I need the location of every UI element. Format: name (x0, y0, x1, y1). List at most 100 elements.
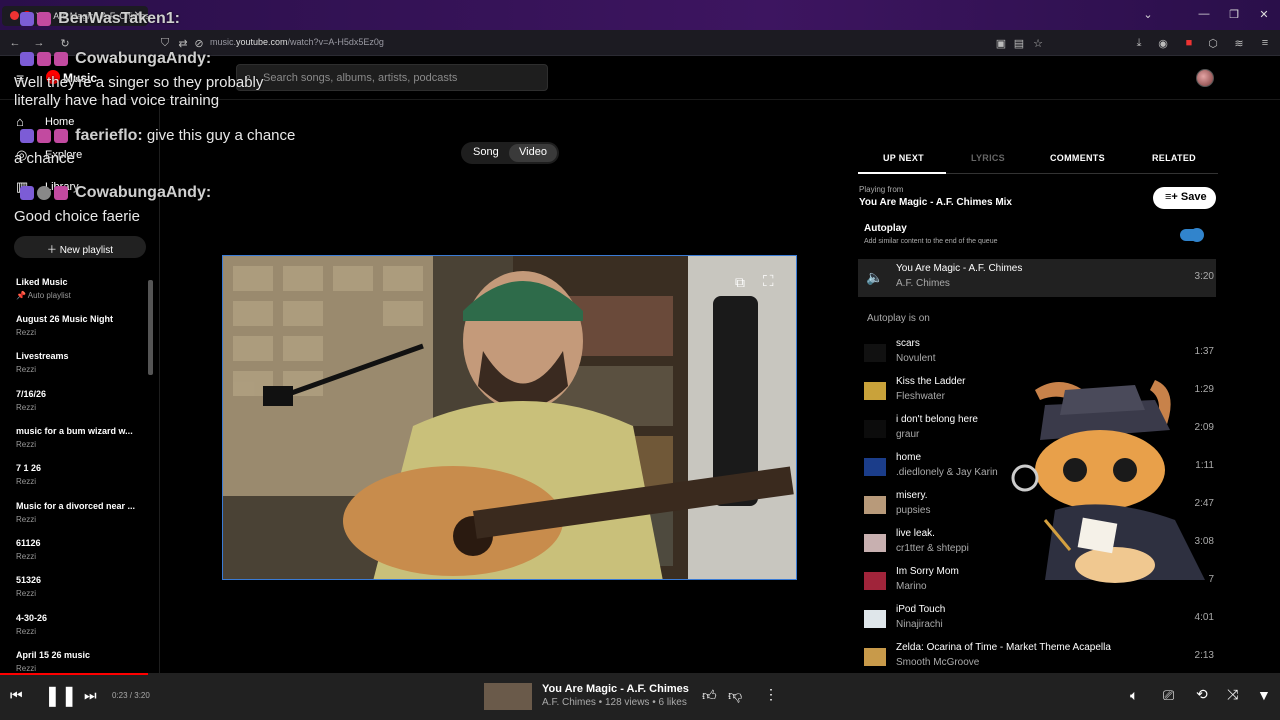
now-playing-title[interactable]: You Are Magic - A.F. Chimes (542, 683, 689, 695)
track-artist: Fleshwater (896, 391, 945, 402)
playlist-title: Liked Music (16, 277, 68, 287)
playlist-subtitle: Rezzi (16, 328, 37, 337)
video-player[interactable]: ⧉ ⛶ (222, 255, 797, 580)
chat-text-continued: a chance (14, 150, 75, 167)
chat-text: Good choice faerie (14, 208, 140, 225)
now-playing-thumbnail[interactable] (484, 683, 532, 710)
tab-up-next[interactable]: UP NEXT (883, 153, 924, 163)
chat-message: faerieflo: give this guy a chance (20, 127, 295, 145)
playlist-title: April 15 26 music (16, 650, 91, 660)
playlist-title: Livestreams (16, 351, 69, 361)
playlist-title: 4-30-26 (16, 613, 48, 623)
moth-mascot-overlay (1011, 380, 1205, 583)
tab-list-icon[interactable]: ⌄ (1140, 8, 1156, 21)
bookmark-star-icon[interactable]: ☆ (1031, 37, 1045, 50)
track-title: Kiss the Ladder (896, 376, 966, 387)
track-thumbnail (864, 572, 886, 590)
playlist-item[interactable]: music for a bum wizard w... Rezzi (16, 426, 144, 449)
playlist-item[interactable]: 7/16/26 Rezzi (16, 389, 144, 412)
thumbs-up-icon[interactable]: 👍︎ (702, 687, 717, 704)
playlist-subtitle: Rezzi (16, 515, 37, 524)
reader-view-icon[interactable]: ▤ (1012, 37, 1026, 50)
playlist-item[interactable]: 61126 Rezzi (16, 538, 144, 561)
queue-item[interactable]: Zelda: Ocarina of Time - Market Theme Ac… (858, 638, 1216, 676)
playlist-item[interactable]: April 15 26 music Rezzi (16, 650, 144, 673)
track-thumbnail (864, 610, 886, 628)
volume-icon[interactable]: 🔈︎ (1130, 687, 1138, 704)
repeat-icon[interactable]: ⟲ (1196, 686, 1208, 703)
twitch-badge-icon (20, 12, 34, 27)
avatar[interactable] (1196, 69, 1214, 87)
playlist-item[interactable]: Liked Music 📌 Auto playlist (16, 277, 144, 300)
shuffle-icon[interactable]: ⤨ (1227, 686, 1238, 703)
playlist-subtitle: Rezzi (16, 440, 37, 449)
thumbs-down-icon[interactable]: 👎︎ (728, 687, 742, 704)
tab-comments[interactable]: COMMENTS (1050, 153, 1105, 163)
account-icon[interactable]: ◉ (1156, 37, 1170, 50)
next-icon[interactable]: ⏭ (84, 687, 97, 704)
previous-icon[interactable]: ⏮ (10, 687, 23, 704)
fullscreen-icon[interactable]: ⛶ (763, 273, 774, 290)
queue-item[interactable]: scars Novulent 1:37 (858, 334, 1216, 372)
playlist-item[interactable]: 7 1 26 Rezzi (16, 463, 144, 486)
track-duration: 3:20 (1194, 271, 1214, 282)
playlist-item[interactable]: Livestreams Rezzi (16, 351, 144, 374)
current-track[interactable]: 🔈 You Are Magic - A.F. Chimes A.F. Chime… (858, 259, 1216, 297)
chat-username: faerieflo: (75, 127, 143, 144)
captions-icon[interactable]: ⎚ (1163, 687, 1174, 704)
track-thumbnail (864, 458, 886, 476)
extension-icon[interactable]: ■ (1182, 37, 1196, 49)
chat-username: CowabungaAndy: (75, 184, 212, 201)
playlist-item[interactable]: 51326 Rezzi (16, 575, 144, 598)
song-tab[interactable]: Song (473, 146, 499, 158)
screenshot-icon[interactable]: ▣ (994, 37, 1008, 50)
save-button[interactable]: ≡+ Save (1153, 187, 1216, 209)
track-title: scars (896, 338, 920, 349)
track-title: Zelda: Ocarina of Time - Market Theme Ac… (896, 642, 1111, 653)
queue-item[interactable]: iPod Touch Ninajirachi 4:01 (858, 600, 1216, 638)
save-label: Save (1180, 191, 1207, 203)
track-duration: 2:13 (1194, 650, 1214, 661)
playlist-item[interactable]: August 26 Music Night Rezzi (16, 314, 144, 337)
new-playlist-button[interactable]: ＋ New playlist (14, 236, 146, 258)
autoplay-toggle[interactable] (1180, 228, 1204, 242)
toggle-knob (1190, 228, 1204, 242)
close-window-icon[interactable]: ✕ (1256, 8, 1272, 21)
playlist-subtitle: Rezzi (16, 477, 37, 486)
progress-bar[interactable] (0, 673, 148, 675)
sidebar-scrollbar[interactable] (148, 280, 153, 375)
chat-message: BenWasTaken1: (20, 10, 180, 28)
minimize-icon[interactable]: — (1196, 8, 1212, 20)
more-options-icon[interactable]: ⋮ (764, 686, 778, 703)
sidebar-icon[interactable]: ≋ (1232, 37, 1246, 50)
autoplay-title: Autoplay (864, 223, 907, 234)
track-artist: graur (896, 429, 920, 440)
track-title: home (896, 452, 922, 463)
track-artist: cr1tter & shteppi (896, 543, 969, 554)
song-video-toggle: Song Video (461, 142, 559, 164)
pause-icon[interactable]: ❚❚ (44, 683, 78, 708)
miniplayer-icon[interactable]: ⧉ (735, 274, 745, 291)
autoplay-description: Add similar content to the end of the qu… (864, 238, 998, 245)
autoplay-on-label: Autoplay is on (867, 313, 930, 324)
chat-username: CowabungaAndy: (75, 50, 212, 67)
heart-badge-icon (54, 52, 68, 67)
downloads-icon[interactable]: ⤓ (1132, 37, 1146, 50)
tab-lyrics[interactable]: LYRICS (971, 153, 1005, 163)
restore-icon[interactable]: ❐ (1226, 8, 1242, 21)
track-thumbnail (864, 420, 886, 438)
tab-related[interactable]: RELATED (1152, 153, 1196, 163)
video-tab[interactable]: Video (519, 146, 547, 158)
playlist-title: Music for a divorced near ... (16, 501, 136, 511)
playlist-item[interactable]: Music for a divorced near ... Rezzi (16, 501, 144, 524)
user-badge-icon (37, 186, 51, 201)
now-playing-meta: A.F. Chimes • 128 views • 6 likes (542, 697, 687, 708)
expand-player-icon[interactable]: ▼ (1257, 687, 1271, 703)
menu-icon[interactable]: ≡ (1258, 37, 1272, 49)
extensions-icon[interactable]: ⬡ (1206, 37, 1220, 50)
heart-badge-icon (54, 186, 68, 201)
playlist-item[interactable]: 4-30-26 Rezzi (16, 613, 144, 636)
tab-indicator (858, 172, 946, 174)
playing-from-title[interactable]: You Are Magic - A.F. Chimes Mix (859, 197, 1012, 208)
time-display: 0:23 / 3:20 (112, 691, 150, 700)
